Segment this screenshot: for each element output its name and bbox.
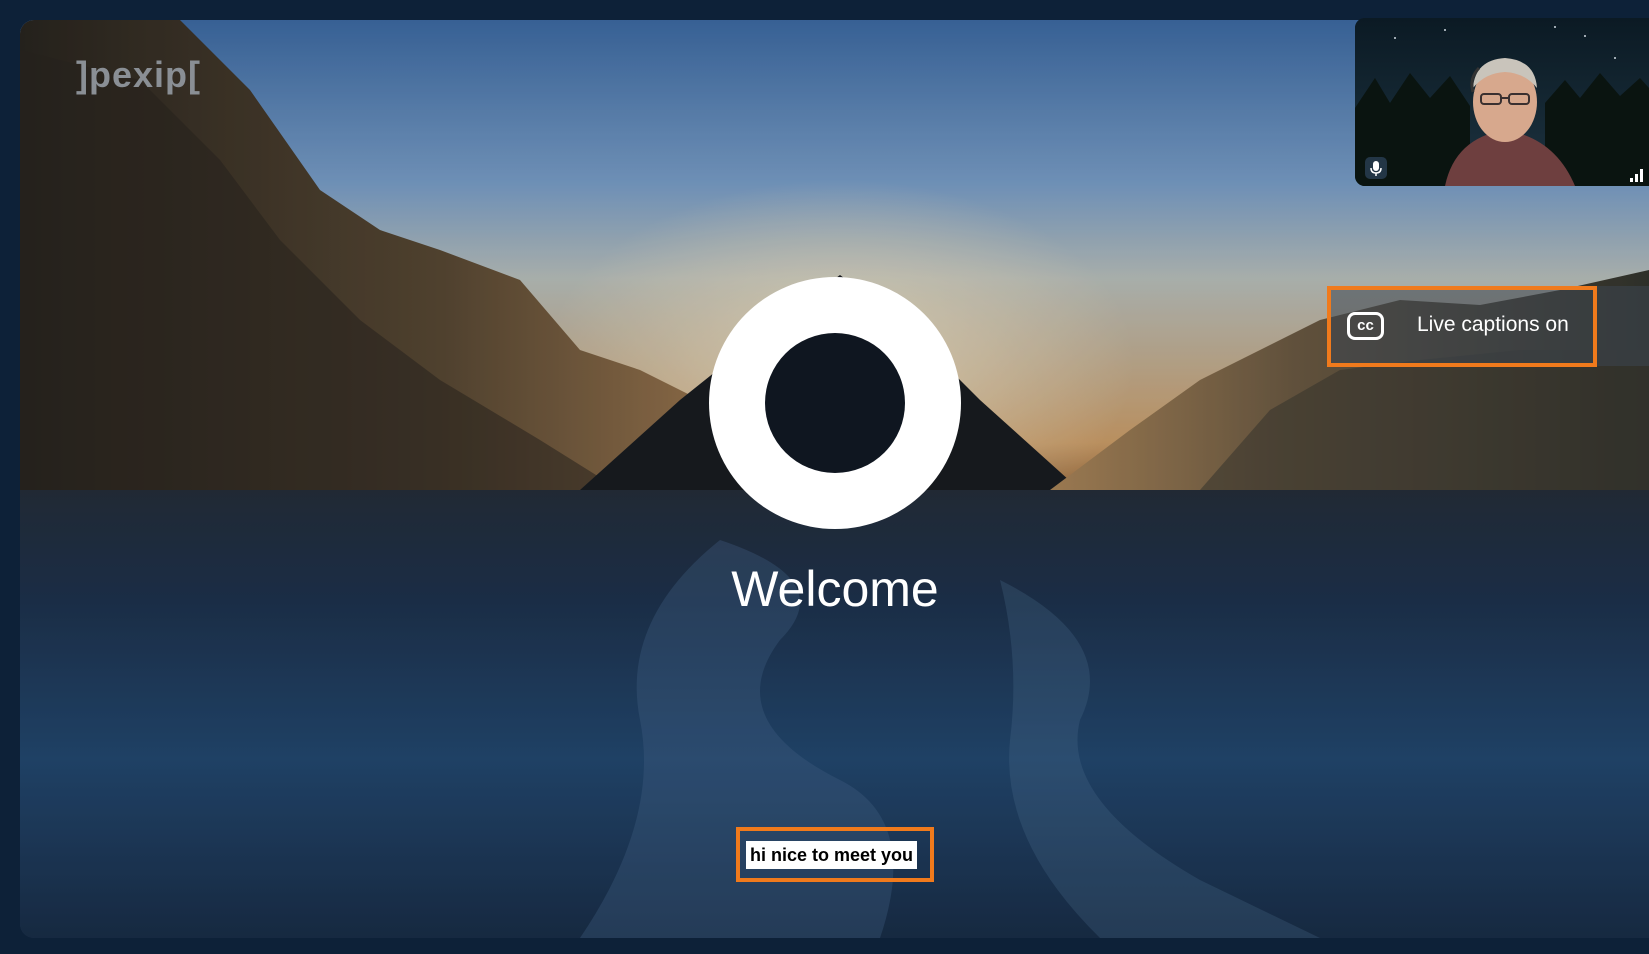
live-captions-status-toast: cc Live captions on [1327, 286, 1649, 366]
self-view-video[interactable] [1355, 18, 1649, 186]
video-call-window: ]pexip[ Welcome cc Live captions on hi n… [0, 0, 1649, 954]
welcome-ring-graphic [709, 277, 961, 529]
pexip-logo: ]pexip[ [76, 54, 202, 95]
live-captions-status-label: Live captions on [1417, 313, 1569, 336]
self-view-camera-image [1355, 18, 1649, 186]
live-caption-text: hi nice to meet you [746, 841, 918, 869]
welcome-ring-center [765, 333, 905, 473]
welcome-heading: Welcome [731, 561, 939, 617]
closed-captions-icon: cc [1347, 312, 1384, 340]
signal-strength-icon [1629, 166, 1647, 182]
microphone-icon[interactable] [1365, 157, 1387, 179]
